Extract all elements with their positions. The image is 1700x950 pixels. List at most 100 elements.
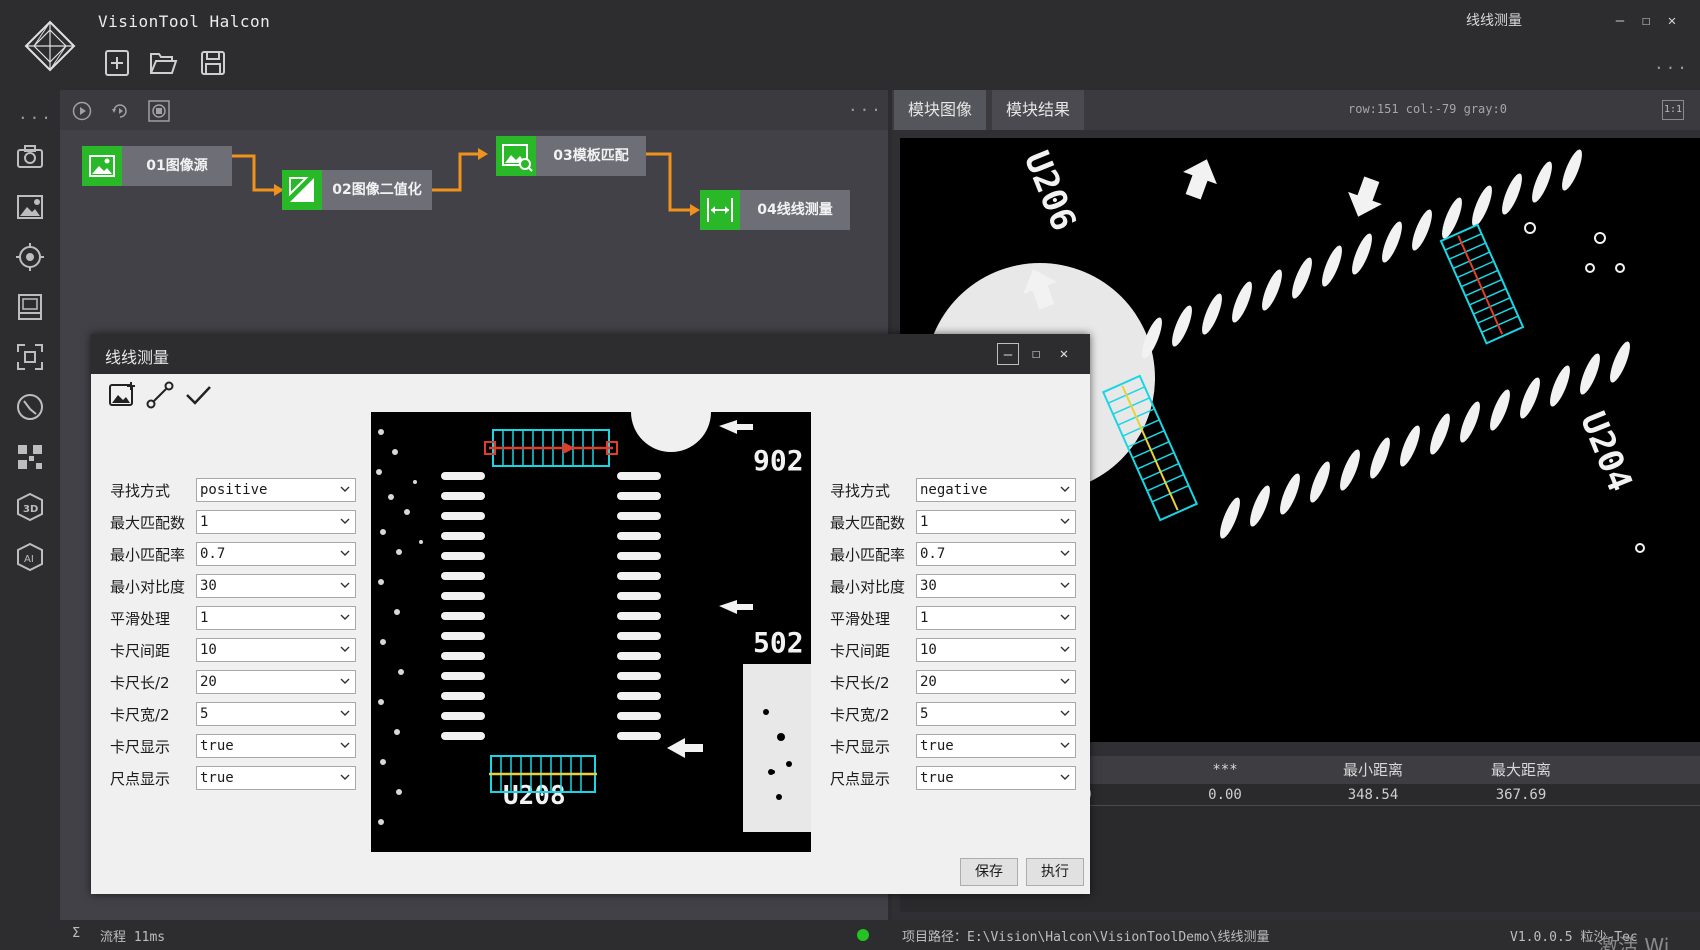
param-select[interactable]: true: [196, 766, 356, 790]
dialog-maximize-button[interactable]: ☐: [1025, 343, 1047, 365]
param-select-value: 1: [200, 514, 209, 530]
more-menu-icon[interactable]: ...: [1654, 54, 1689, 73]
param-select[interactable]: 10: [196, 638, 356, 662]
dialog-title-bar[interactable]: 线线测量 — ☐ ✕: [91, 334, 1090, 374]
param-label: 寻找方式: [110, 482, 171, 500]
param-label: 卡尺显示: [830, 738, 891, 756]
param-label: 最小对比度: [830, 578, 906, 596]
chevron-down-icon: [340, 742, 350, 748]
tab-module-result[interactable]: 模块结果: [992, 90, 1085, 130]
param-select-value: true: [920, 770, 954, 786]
line-measure-dialog: 线线测量 — ☐ ✕ 寻找方式 positive 最大匹配数 1 最小匹配率 0.7 最小对…: [91, 334, 1090, 894]
result-cell: 0.00: [1208, 787, 1242, 803]
chevron-down-icon: [340, 678, 350, 684]
coordinate-readout: row:151 col:-79 gray:0: [1348, 102, 1507, 116]
param-select[interactable]: 10: [916, 638, 1076, 662]
param-select-value: 5: [920, 706, 929, 722]
param-select-value: 1: [920, 610, 929, 626]
param-select[interactable]: 30: [916, 574, 1076, 598]
stop-icon[interactable]: [148, 100, 170, 122]
ai-icon[interactable]: AI: [15, 542, 45, 572]
result-header-cell: ***: [1212, 762, 1238, 778]
minimize-button[interactable]: —: [1608, 10, 1632, 32]
result-cell-max-distance: 367.69: [1495, 787, 1547, 803]
project-path: 项目路径：E:\Vision\Halcon\VisionToolDemo\线线测…: [902, 930, 1270, 945]
param-select[interactable]: 1: [916, 606, 1076, 630]
app-logo-icon: [24, 20, 76, 72]
template-match-icon: [496, 136, 536, 176]
image-settings-icon[interactable]: [15, 192, 45, 222]
result-header-max-distance: 最大距离: [1490, 761, 1551, 779]
param-select[interactable]: 0.7: [196, 542, 356, 566]
param-select[interactable]: 5: [196, 702, 356, 726]
run-icon[interactable]: [72, 101, 92, 121]
camera-icon[interactable]: [15, 142, 45, 172]
save-icon[interactable]: [198, 48, 228, 78]
maximize-button[interactable]: ☐: [1634, 10, 1658, 32]
binarization-icon: [282, 170, 322, 210]
param-select[interactable]: positive: [196, 478, 356, 502]
add-image-icon[interactable]: [107, 380, 137, 410]
node-label: 01图像源: [146, 158, 208, 174]
flow-node-binarization[interactable]: 02图像二值化: [282, 170, 432, 210]
fit-1-1-button[interactable]: 1:1: [1662, 100, 1684, 120]
param-label: 最大匹配数: [830, 514, 906, 532]
draw-line-icon[interactable]: [145, 380, 175, 410]
param-select[interactable]: 1: [196, 606, 356, 630]
param-select[interactable]: 20: [196, 670, 356, 694]
gallery-icon[interactable]: [15, 292, 45, 322]
sidebar-more-icon[interactable]: ...: [18, 104, 53, 123]
param-select-value: true: [200, 770, 234, 786]
flow-node-line-measure[interactable]: 04线线测量: [700, 190, 850, 230]
param-select[interactable]: true: [916, 766, 1076, 790]
flow-more-icon[interactable]: ...: [848, 96, 883, 115]
param-select-value: 10: [920, 642, 937, 658]
param-select[interactable]: true: [196, 734, 356, 758]
node-label: 04线线测量: [757, 202, 833, 218]
node-label: 02图像二值化: [332, 182, 422, 198]
param-select-value: 10: [200, 642, 217, 658]
param-select[interactable]: 5: [916, 702, 1076, 726]
param-label: 最小匹配率: [830, 546, 906, 564]
param-select[interactable]: 1: [916, 510, 1076, 534]
loop-run-icon[interactable]: [110, 101, 130, 121]
param-select-value: 20: [200, 674, 217, 690]
param-select[interactable]: 0.7: [916, 542, 1076, 566]
focus-frame-icon[interactable]: [15, 342, 45, 372]
param-select[interactable]: 30: [196, 574, 356, 598]
confirm-check-icon[interactable]: [183, 380, 213, 410]
window-title: 线线测量: [1466, 13, 1522, 29]
param-select[interactable]: 1: [196, 510, 356, 534]
chevron-down-icon: [340, 486, 350, 492]
dialog-close-button[interactable]: ✕: [1053, 343, 1075, 365]
chevron-down-icon: [1060, 486, 1070, 492]
board-label-502: 502: [753, 626, 804, 659]
dialog-minimize-button[interactable]: —: [997, 343, 1019, 365]
param-label: 最小对比度: [110, 578, 186, 596]
close-button[interactable]: ✕: [1660, 10, 1684, 32]
run-button[interactable]: 执行: [1026, 858, 1084, 886]
open-folder-icon[interactable]: [148, 48, 178, 78]
flow-node-image-source[interactable]: 01图像源: [82, 146, 232, 186]
target-icon[interactable]: [15, 242, 45, 272]
qr-code-icon[interactable]: [15, 442, 45, 472]
new-file-icon[interactable]: [102, 48, 132, 78]
cube-3d-icon[interactable]: 3D: [15, 492, 45, 522]
flow-time-label: 流程 11ms: [100, 930, 166, 945]
chevron-down-icon: [340, 518, 350, 524]
clock-icon[interactable]: [15, 392, 45, 422]
dialog-image-view[interactable]: 902 502 U208: [371, 412, 811, 852]
tab-module-image[interactable]: 模块图像: [894, 90, 987, 130]
chevron-down-icon: [1060, 774, 1070, 780]
param-label: 平滑处理: [110, 610, 171, 628]
param-select[interactable]: negative: [916, 478, 1076, 502]
param-label: 尺点显示: [830, 770, 891, 788]
save-button[interactable]: 保存: [960, 858, 1018, 886]
chevron-down-icon: [1060, 710, 1070, 716]
param-select-value: true: [200, 738, 234, 754]
param-select[interactable]: 20: [916, 670, 1076, 694]
param-label: 卡尺长/2: [830, 674, 890, 692]
flow-node-template-match[interactable]: 03模板匹配: [496, 136, 646, 176]
param-select[interactable]: true: [916, 734, 1076, 758]
dialog-pcb-image: 902 502 U208: [371, 412, 811, 852]
